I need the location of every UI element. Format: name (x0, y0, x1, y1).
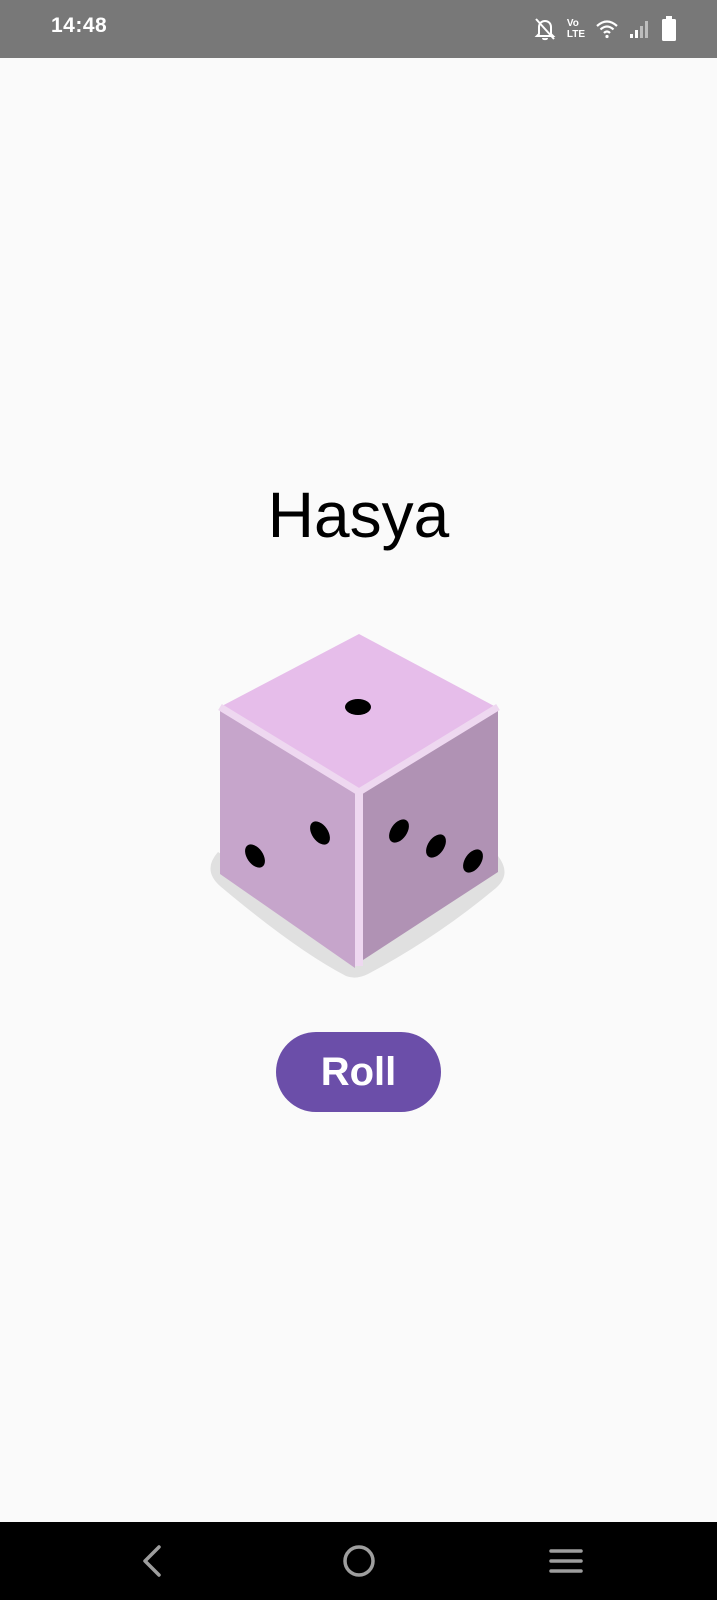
main-content: Hasya Roll (0, 58, 717, 1522)
wifi-icon (595, 19, 619, 39)
signal-icon (629, 19, 651, 39)
navigation-bar (0, 1522, 717, 1600)
page-title: Hasya (267, 479, 450, 551)
volte-icon: Vo LTE (566, 18, 585, 40)
status-time: 14:48 (51, 14, 108, 37)
battery-icon (661, 16, 677, 42)
dice-image (210, 634, 505, 978)
bell-off-icon (533, 16, 557, 42)
roll-button[interactable]: Roll (276, 1032, 441, 1112)
back-icon[interactable] (132, 1541, 172, 1581)
status-bar: 14:48 Vo LTE (0, 0, 717, 58)
dice-pip (345, 699, 371, 715)
menu-icon[interactable] (546, 1541, 586, 1581)
home-icon[interactable] (339, 1541, 379, 1581)
status-icons: Vo LTE (533, 14, 677, 44)
